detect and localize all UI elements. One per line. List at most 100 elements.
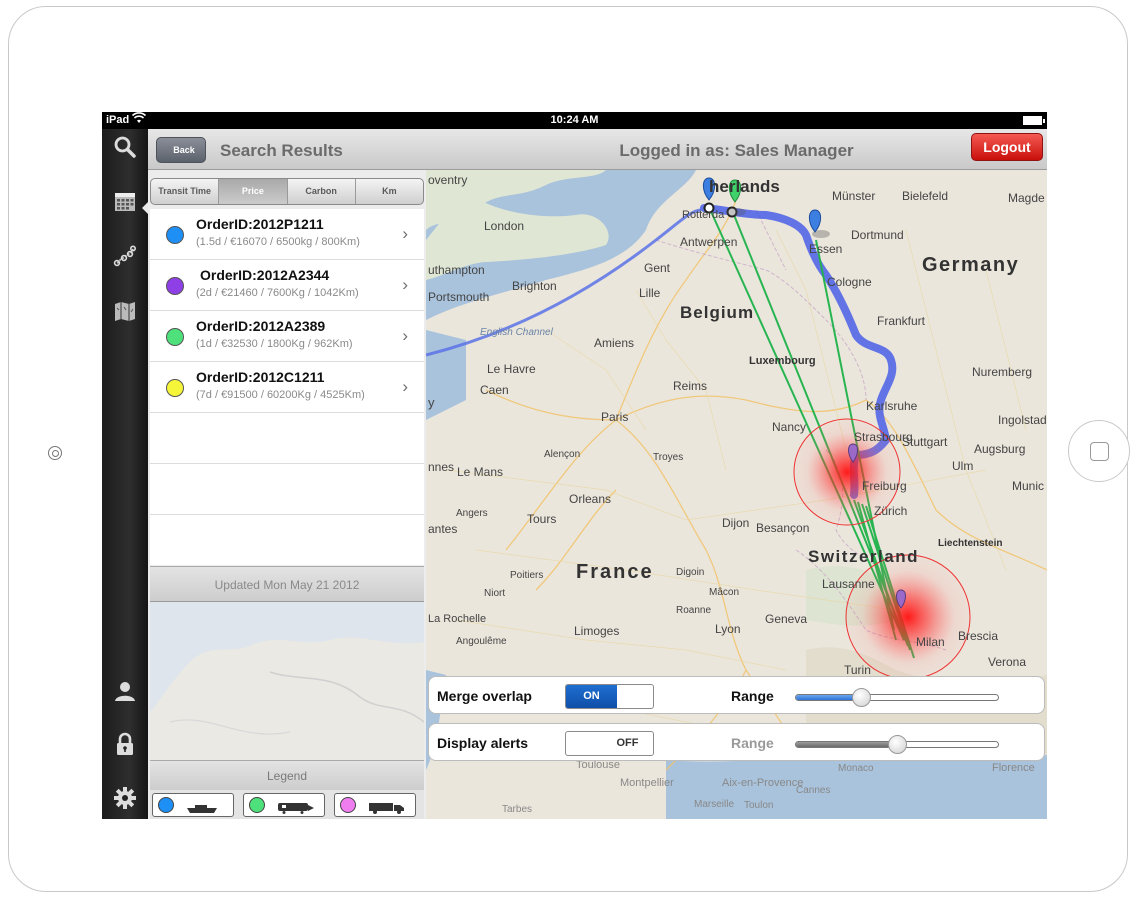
ship-icon bbox=[187, 801, 219, 819]
map-icon[interactable] bbox=[111, 297, 139, 325]
label-munich: Munic bbox=[1012, 479, 1044, 493]
sort-transit-time[interactable]: Transit Time bbox=[151, 179, 220, 204]
sort-segmented-control: Transit Time Price Carbon Km bbox=[150, 178, 424, 205]
label-ulm: Ulm bbox=[952, 459, 973, 473]
label-dijon: Dijon bbox=[722, 516, 749, 530]
side-toolbar bbox=[102, 129, 149, 819]
route-icon[interactable] bbox=[111, 242, 139, 270]
label-zurich: Zürich bbox=[874, 504, 907, 518]
logout-button[interactable]: Logout bbox=[971, 133, 1043, 161]
label-bielefeld: Bielefeld bbox=[902, 189, 948, 203]
label-geneva: Geneva bbox=[765, 612, 807, 626]
slider-fill bbox=[796, 742, 897, 747]
order-row[interactable]: OrderID:2012A2344 (2d / €21460 / 7600Kg … bbox=[150, 260, 424, 311]
label-poitiers: Poitiers bbox=[510, 570, 543, 581]
order-color-dot bbox=[166, 226, 184, 244]
label-milan: Milan bbox=[916, 635, 945, 649]
label-tarbes: Tarbes bbox=[502, 804, 532, 815]
updated-timestamp: Updated Mon May 21 2012 bbox=[150, 566, 424, 602]
order-id: OrderID:2012A2389 bbox=[196, 318, 326, 334]
home-button[interactable] bbox=[1068, 420, 1130, 482]
label-amiens: Amiens bbox=[594, 336, 634, 350]
order-row[interactable]: OrderID:2012A2389 (1d / €32530 / 1800Kg … bbox=[150, 311, 424, 362]
label-essen: Essen bbox=[809, 242, 842, 256]
label-macon: Mâcon bbox=[709, 587, 739, 598]
label-gent: Gent bbox=[644, 261, 671, 275]
label-tours: Tours bbox=[527, 512, 556, 526]
label-le-mans: Le Mans bbox=[457, 465, 503, 479]
alerts-range-label: Range bbox=[731, 735, 774, 751]
label-orleans: Orleans bbox=[569, 492, 611, 506]
sort-price[interactable]: Price bbox=[219, 179, 288, 204]
merge-range-slider[interactable] bbox=[795, 688, 999, 707]
ipad-screen: iPad 10:24 AM Back Search Results Transi… bbox=[102, 112, 1047, 819]
label-nancy: Nancy bbox=[772, 420, 806, 434]
label-english-channel: English Channel bbox=[480, 327, 554, 338]
order-id: OrderID:2012C1211 bbox=[196, 369, 325, 385]
label-besancon: Besançon bbox=[756, 521, 809, 535]
merge-overlap-label: Merge overlap bbox=[437, 688, 532, 704]
battery-icon bbox=[1023, 116, 1045, 125]
label-belgium: Belgium bbox=[680, 303, 754, 322]
display-alerts-toggle[interactable]: OFF bbox=[565, 731, 654, 756]
label-portsmouth: Portsmouth bbox=[428, 290, 489, 304]
label-luxembourg: Luxembourg bbox=[749, 355, 816, 367]
label-toulon: Toulon bbox=[744, 800, 773, 811]
label-rennes: nnes bbox=[428, 460, 454, 474]
label-lichtenstein: Liechtenstein bbox=[938, 538, 1002, 549]
label-southampton: uthampton bbox=[428, 263, 485, 277]
label-lille: Lille bbox=[639, 286, 661, 300]
empty-row bbox=[150, 413, 424, 464]
label-paris: Paris bbox=[601, 410, 628, 424]
alerts-range-slider[interactable] bbox=[795, 735, 999, 754]
user-icon[interactable] bbox=[111, 677, 139, 705]
sort-km[interactable]: Km bbox=[356, 179, 423, 204]
label-munster: Münster bbox=[832, 189, 875, 203]
lock-icon[interactable] bbox=[111, 730, 139, 758]
train-icon bbox=[278, 801, 314, 819]
display-alerts-control: Display alerts OFF Range bbox=[428, 723, 1045, 761]
label-coventry: oventry bbox=[428, 173, 467, 187]
label-dortmund: Dortmund bbox=[851, 228, 904, 242]
order-row[interactable]: OrderID:2012P1211 (1.5d / €16070 / 6500k… bbox=[150, 209, 424, 260]
slider-knob[interactable] bbox=[852, 688, 871, 707]
camera-icon bbox=[48, 446, 62, 460]
status-bar: iPad 10:24 AM bbox=[102, 112, 1047, 129]
merge-overlap-control: Merge overlap ON Range bbox=[428, 676, 1045, 714]
label-le-havre: Le Havre bbox=[487, 362, 536, 376]
label-angers: Angers bbox=[456, 508, 488, 519]
sort-carbon[interactable]: Carbon bbox=[288, 179, 356, 204]
legend-item-train bbox=[243, 793, 325, 817]
label-montpellier: Montpellier bbox=[620, 777, 674, 789]
back-button[interactable]: Back bbox=[156, 137, 206, 163]
route-map[interactable]: herlands Germany Belgium France Switzerl… bbox=[426, 170, 1047, 819]
calendar-icon[interactable] bbox=[111, 187, 139, 215]
order-row[interactable]: OrderID:2012C1211 (7d / €91500 / 60200Kg… bbox=[150, 362, 424, 413]
label-cologne: Cologne bbox=[827, 275, 872, 289]
search-icon[interactable] bbox=[111, 133, 139, 161]
search-results-panel: Back Search Results Transit Time Price C… bbox=[148, 129, 426, 819]
merge-overlap-toggle[interactable]: ON bbox=[565, 684, 654, 709]
minimap bbox=[150, 602, 424, 760]
label-france: France bbox=[576, 561, 654, 583]
label-brighton: Brighton bbox=[512, 279, 557, 293]
legend-dot bbox=[158, 797, 174, 813]
label-brescia: Brescia bbox=[958, 629, 998, 643]
label-niort: Niort bbox=[484, 588, 505, 599]
label-lausanne: Lausanne bbox=[822, 577, 875, 591]
order-list: OrderID:2012P1211 (1.5d / €16070 / 6500k… bbox=[150, 209, 424, 565]
gear-icon[interactable] bbox=[111, 784, 139, 812]
label-turin: Turin bbox=[844, 663, 871, 677]
label-karlsruhe: Karlsruhe bbox=[866, 399, 918, 413]
label-roanne: Roanne bbox=[676, 605, 711, 616]
slider-knob[interactable] bbox=[888, 735, 907, 754]
chevron-right-icon: › bbox=[402, 326, 408, 345]
label-nuremberg: Nuremberg bbox=[972, 365, 1032, 379]
label-caen: Caen bbox=[480, 383, 509, 397]
order-color-dot bbox=[166, 277, 184, 295]
label-verona: Verona bbox=[988, 655, 1026, 669]
chevron-right-icon: › bbox=[402, 224, 408, 243]
label-netherlands: herlands bbox=[709, 177, 780, 196]
order-details: (1.5d / €16070 / 6500kg / 800Km) bbox=[196, 236, 360, 248]
legend-title: Legend bbox=[150, 760, 424, 790]
